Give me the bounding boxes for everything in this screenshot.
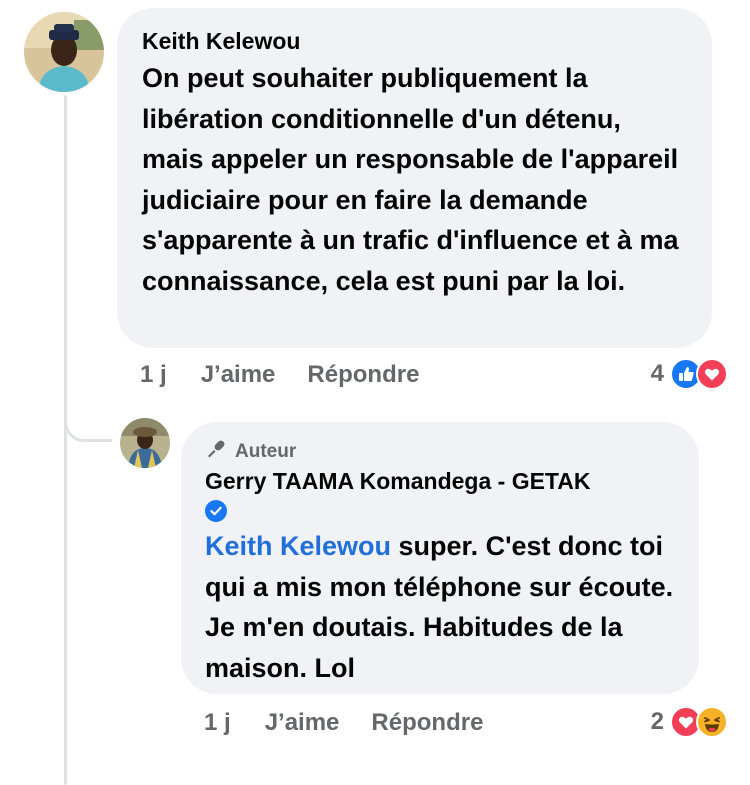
reply-text: Keith Kelewou super. C'est donc toi qui … [205, 526, 675, 688]
reply-bubble: Auteur Gerry TAAMA Komandega - GETAK Kei… [181, 422, 699, 694]
reply-author[interactable]: Gerry TAAMA Komandega - GETAK [205, 466, 675, 496]
comment-author[interactable]: Keith Kelewou [142, 26, 686, 56]
author-badge-label: Auteur [235, 441, 297, 462]
reaction-count: 4 [650, 360, 664, 387]
comment-bubble: Keith Kelewou On peut souhaiter publique… [117, 8, 712, 348]
love-icon [696, 358, 728, 390]
reaction-summary[interactable]: 4 [651, 356, 728, 392]
reaction-summary[interactable]: 2 [651, 704, 728, 740]
avatar[interactable] [24, 12, 104, 92]
comment-timestamp[interactable]: 1 j [140, 361, 167, 389]
reply-button[interactable]: Répondre [371, 709, 483, 737]
like-button[interactable]: J’aime [201, 361, 276, 389]
verified-icon [205, 500, 227, 522]
mention-link[interactable]: Keith Kelewou [205, 531, 391, 561]
haha-icon [696, 706, 728, 738]
thread-line [64, 95, 67, 785]
like-button[interactable]: J’aime [265, 709, 340, 737]
author-badge: Auteur [205, 438, 675, 466]
comment-text: On peut souhaiter publiquement la libéra… [142, 63, 679, 296]
reply-actions: 1 j J’aime Répondre [204, 706, 515, 740]
reaction-count: 2 [650, 708, 664, 735]
microphone-icon [205, 438, 227, 466]
reply-timestamp[interactable]: 1 j [204, 709, 231, 737]
reply-connector [64, 380, 112, 442]
reply-button[interactable]: Répondre [307, 361, 419, 389]
avatar[interactable] [120, 418, 170, 468]
comment-actions: 1 j J’aime Répondre [140, 358, 451, 392]
